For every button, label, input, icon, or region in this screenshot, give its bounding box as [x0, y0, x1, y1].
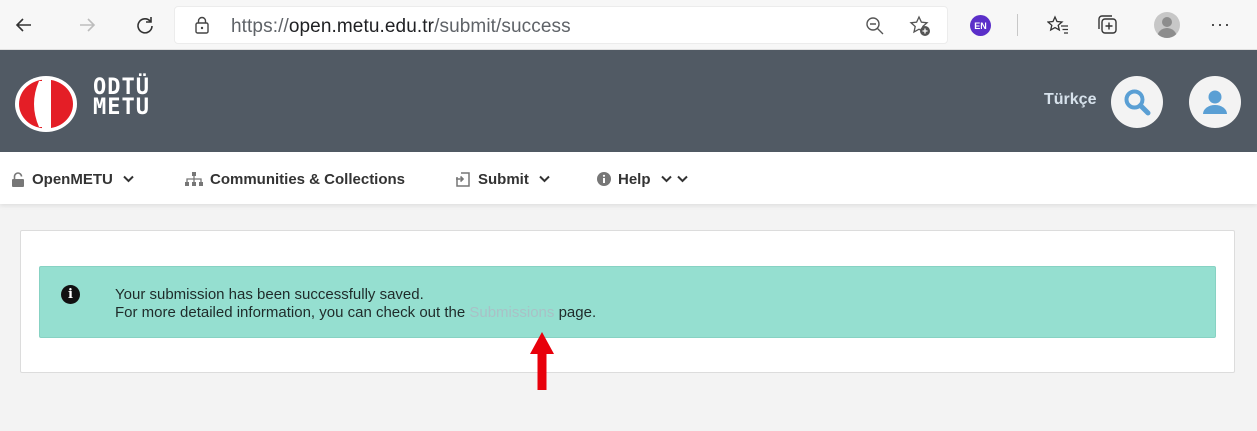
menu-item-label: OpenMETU — [32, 170, 113, 188]
refresh-button[interactable] — [131, 11, 159, 39]
menu-item-label: Help — [618, 170, 651, 188]
menu-item-label: Submit — [478, 170, 529, 188]
menu-item-submit[interactable]: Submit — [455, 169, 550, 189]
favorites-button[interactable] — [1044, 11, 1072, 39]
toolbar-divider — [1017, 14, 1018, 36]
submit-icon — [456, 171, 470, 187]
back-button[interactable] — [10, 11, 38, 39]
info-circle-icon — [597, 172, 611, 186]
more-menu-button[interactable]: ··· — [1210, 14, 1231, 35]
menu-item-help[interactable]: Help — [597, 169, 688, 189]
menu-item-openmetu[interactable]: OpenMETU — [11, 169, 134, 189]
user-icon — [1203, 90, 1227, 114]
content-panel: i Your submission has been successfully … — [20, 230, 1235, 373]
arrow-right-icon — [80, 18, 96, 32]
chevron-down-icon — [539, 175, 550, 183]
profile-avatar-icon[interactable] — [1154, 12, 1180, 38]
main-menu: OpenMETU Communities & Collections Submi… — [0, 152, 1257, 204]
browser-toolbar: https://open.metu.edu.tr/submit/success … — [0, 0, 1257, 50]
chevron-down-icon — [676, 175, 688, 183]
add-favorite-icon[interactable] — [909, 15, 931, 37]
alert-line-2: For more detailed information, you can c… — [115, 304, 597, 321]
alert-line-1: Your submission has been successfully sa… — [115, 286, 424, 303]
sitemap-icon — [185, 171, 203, 186]
site-header: ODTÜ METU Türkçe — [0, 50, 1257, 152]
collections-button[interactable] — [1094, 11, 1122, 39]
alert-message: Your submission has been successfully sa… — [115, 286, 596, 322]
chevron-down-icon — [660, 175, 672, 183]
annotation-arrow-icon — [530, 332, 554, 390]
info-icon: i — [61, 285, 80, 304]
arrow-left-icon — [15, 18, 31, 32]
menu-item-communities[interactable]: Communities & Collections — [185, 169, 405, 189]
success-alert: i Your submission has been successfully … — [39, 266, 1216, 338]
address-bar[interactable]: https://open.metu.edu.tr/submit/success — [174, 6, 948, 44]
lock-icon[interactable] — [194, 16, 210, 34]
menu-item-label: Communities & Collections — [210, 170, 406, 188]
submissions-link[interactable]: Submissions — [469, 304, 554, 321]
forward-button[interactable] — [73, 11, 101, 39]
refresh-icon — [137, 17, 153, 34]
url-text: https://open.metu.edu.tr/submit/success — [231, 16, 571, 37]
metu-logo-icon[interactable] — [14, 75, 78, 133]
favorites-icon — [1047, 15, 1068, 34]
lock-open-icon — [12, 171, 24, 187]
search-icon — [1124, 89, 1151, 116]
logo-wordmark: ODTÜ METU — [93, 75, 150, 120]
language-switch[interactable]: Türkçe — [1044, 91, 1096, 109]
chevron-down-icon — [123, 175, 134, 183]
collections-icon — [1098, 15, 1117, 34]
extension-badge[interactable]: EN — [970, 15, 991, 36]
zoom-out-icon[interactable] — [865, 16, 885, 36]
user-menu-button[interactable] — [1189, 76, 1241, 128]
search-button[interactable] — [1111, 76, 1163, 128]
